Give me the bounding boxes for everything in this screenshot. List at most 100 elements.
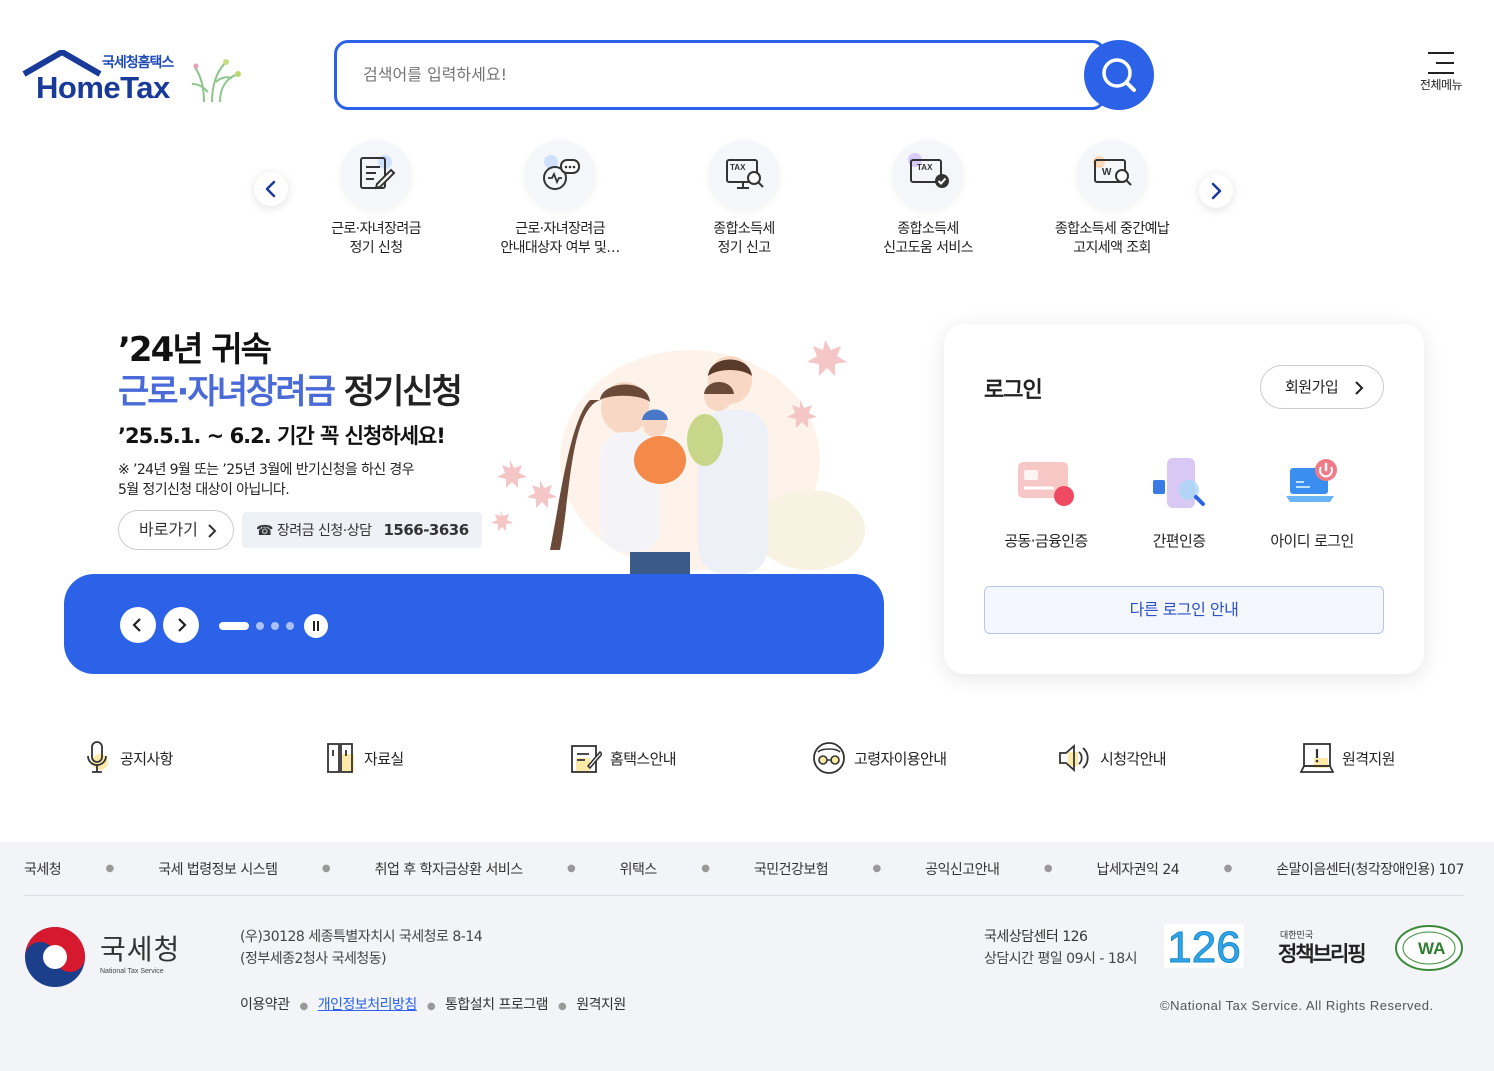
service-label: 고령자이용안내 [854,749,947,768]
elderly-icon [813,742,845,774]
banner-phone-number: 1566-3636 [383,521,469,539]
service-hometax-guide[interactable]: 홈택스안내 [570,738,677,778]
logo-subtitle: 국세청홈택스 [102,55,174,71]
footer-menu: 이용약관 ● 개인정보처리방침 ● 통합설치 프로그램 ● 원격지원 [240,994,626,1014]
chevron-right-icon [208,524,217,538]
web-accessibility-mark[interactable]: WA [1394,924,1464,972]
login-option-id-login[interactable]: 아이디 로그인 [1247,454,1377,551]
search-icon [1102,58,1136,92]
terms-link[interactable]: 이용약관 [240,997,290,1013]
footer-link[interactable]: 국세청 [24,859,62,879]
pagination-dot[interactable] [286,622,294,630]
login-option-certificate[interactable]: 공동·금융인증 [981,454,1111,551]
call-126-badge[interactable]: 126 [1164,923,1244,973]
separator-dot: ● [426,1001,436,1012]
join-label: 회원가입 [1285,378,1339,396]
copyright: ©National Tax Service. All Rights Reserv… [1160,998,1434,1013]
pause-icon [313,621,319,631]
edit-guide-icon [571,745,602,773]
separator-dot: ● [558,1001,567,1012]
other-login-guide-button[interactable]: 다른 로그인 안내 [984,586,1384,634]
footer-link[interactable]: 취업 후 학자금상환 서비스 [375,859,524,879]
quick-item-interim-prepayment[interactable]: W 종합소득세 중간예납 고지세액 조회 [1027,140,1197,258]
policy-big-text: 정책브리핑 [1278,942,1367,966]
hometax-logo[interactable]: 국세청홈택스 HomeTax [22,48,252,108]
search-input[interactable] [363,43,1043,105]
org-name-en: National Tax Service [100,968,164,975]
taegeuk-emblem-icon [25,927,85,987]
hamburger-icon [1428,52,1454,74]
svg-text:W: W [1102,167,1112,178]
service-label: 공지사항 [120,749,173,768]
all-menu-label: 전체메뉴 [1419,78,1463,92]
banner-next-button[interactable] [163,607,199,643]
quick-item-label: 근로·자녀장려금 정기 신청 [331,221,421,256]
footer-link[interactable]: 손말이음센터(청각장애인용) 107 [1276,859,1464,879]
won-monitor-search-icon: W [1077,140,1147,210]
speaker-icon [1059,744,1089,772]
quick-menu-next-button[interactable] [1199,174,1233,208]
login-option-simple-auth[interactable]: 간편인증 [1114,454,1244,551]
logo-title: HomeTax [36,70,170,105]
quick-item-eligibility-check[interactable]: 근로·자녀장려금 안내대상자 여부 및… [475,140,645,258]
remote-support-link[interactable]: 원격지원 [576,997,626,1013]
all-menu-button[interactable]: 전체메뉴 [1408,48,1474,108]
tax-help-check-icon: TAX [893,140,963,210]
org-name: 국세청 [100,933,181,966]
tax-monitor-search-icon: TAX [709,140,779,210]
svg-text:TAX: TAX [730,163,746,172]
privacy-policy-link[interactable]: 개인정보처리방침 [318,997,418,1013]
policy-briefing-logo[interactable]: 대한민국 정책브리핑 [1278,928,1370,968]
service-elderly-guide[interactable]: 고령자이용안내 [812,738,947,778]
footer-link[interactable]: 납세자권익 24 [1096,859,1179,879]
join-button[interactable]: 회원가입 [1260,365,1384,409]
banner-title-rest: 정기신청 [333,372,463,412]
application-form-icon [341,140,411,210]
pagination-dot[interactable] [256,622,264,630]
quick-item-incentive-application[interactable]: 근로·자녀장려금 정기 신청 [291,140,461,258]
footer-link[interactable]: 위택스 [620,859,658,879]
quick-menu-prev-button[interactable] [254,172,288,206]
quick-item-income-tax-help[interactable]: TAX 종합소득세 신고도움 서비스 [843,140,1013,258]
search-button[interactable] [1084,40,1154,110]
service-label: 홈택스안내 [610,749,677,768]
banner-pause-button[interactable] [304,614,328,638]
banner-title-highlight: 근로·자녀장려금 [118,372,336,412]
separator-dot: ● [872,863,882,874]
footer: 국세청 ● 국세 법령정보 시스템 ● 취업 후 학자금상환 서비스 ● 위택스 ● 국… [0,842,1494,1071]
pagination-dot-active[interactable] [219,622,249,630]
banner-pagination [219,622,299,630]
separator-dot: ● [105,863,115,874]
microphone-icon [87,741,108,773]
login-option-label: 간편인증 [1152,532,1206,550]
nts-logo[interactable]: 국세청 National Tax Service [24,926,184,987]
separator-dot: ● [1043,863,1053,874]
pagination-dot[interactable] [271,622,279,630]
service-label: 원격지원 [1342,749,1395,768]
quick-item-label: 종합소득세 중간예납 고지세액 조회 [1054,221,1170,256]
service-remote-support[interactable]: 원격지원 [1300,738,1395,778]
service-notice[interactable]: 공지사항 [84,738,173,778]
service-archive[interactable]: 자료실 [326,738,404,778]
footer-link[interactable]: 국민건강보험 [754,859,829,879]
separator-dot: ● [299,1001,309,1012]
login-option-label: 공동·금융인증 [1004,532,1088,550]
banner-go-button[interactable]: 바로가기 [118,510,234,550]
install-program-link[interactable]: 통합설치 프로그램 [445,997,549,1013]
quick-item-label: 종합소득세 신고도움 서비스 [883,221,973,256]
phone-auth-icon [1147,454,1211,518]
separator-dot: ● [567,863,576,874]
footer-link[interactable]: 국세 법령정보 시스템 [158,859,278,879]
chevron-left-icon [265,180,276,198]
footer-related-links: 국세청 ● 국세 법령정보 시스템 ● 취업 후 학자금상환 서비스 ● 위택스 ● 국… [24,842,1464,896]
banner-phone-info: ☎ 장려금 신청·상담 1566-3636 [242,512,482,548]
quick-item-income-tax-filing[interactable]: TAX 종합소득세 정기 신고 [659,140,829,258]
archive-icon [327,743,354,773]
banner-prev-button[interactable] [120,607,156,643]
login-option-label: 아이디 로그인 [1270,532,1354,550]
footer-link[interactable]: 공익신고안내 [925,859,1000,879]
service-label: 시청각안내 [1100,749,1167,768]
service-audiovisual-guide[interactable]: 시청각안내 [1058,738,1167,778]
banner-phone-label: ☎ 장려금 신청·상담 [256,523,372,539]
call-center-hours: 상담시간 평일 09시 - 18시 [984,951,1138,967]
